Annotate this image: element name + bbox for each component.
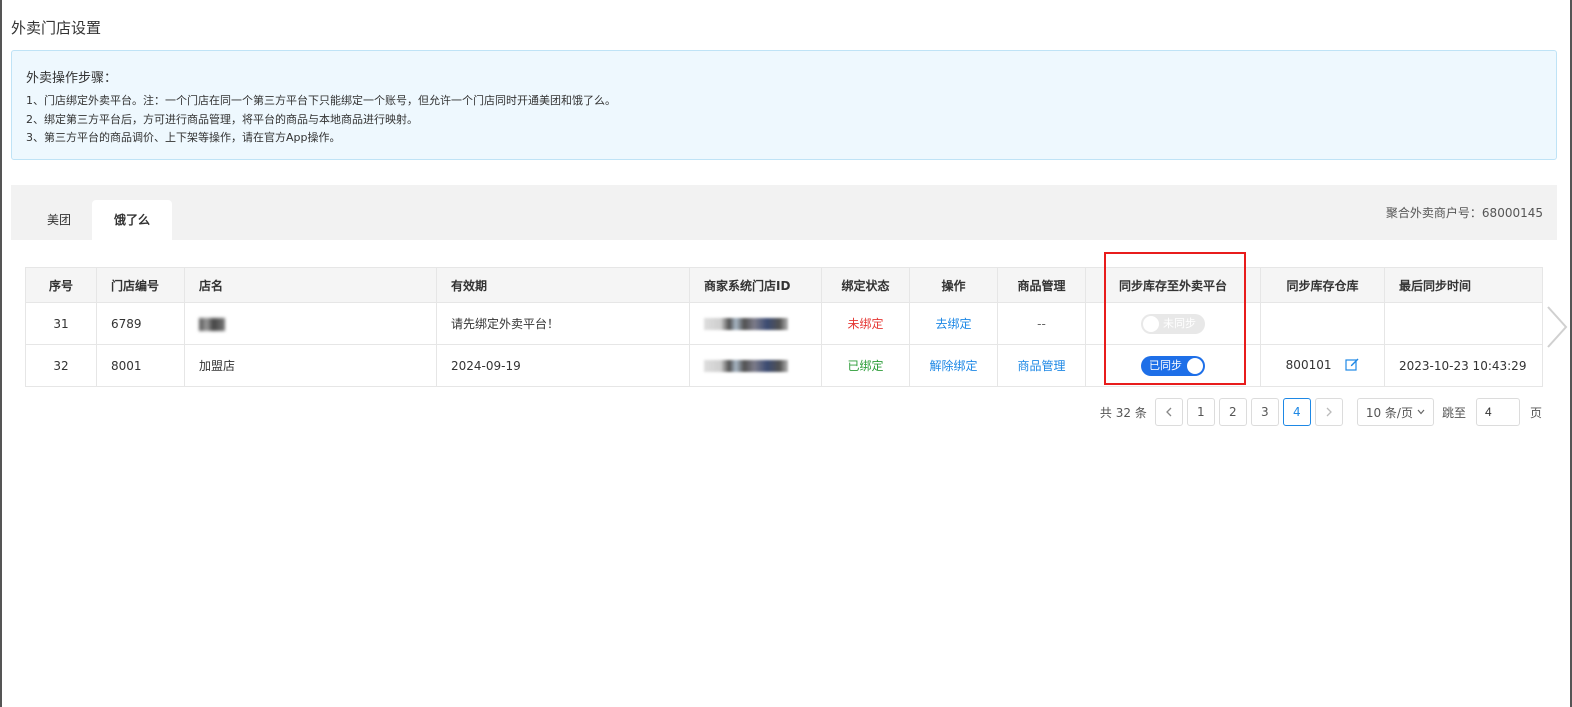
tab-eleme[interactable]: 饿了么 <box>92 200 172 240</box>
redacted-store-name <box>199 317 225 331</box>
col-header-warehouse: 同步库存仓库 <box>1260 267 1385 303</box>
table-header-row: 序号 门店编号 店名 有效期 商家系统门店ID 绑定状态 操作 商品管理 同步库… <box>25 267 1543 303</box>
instruction-line-2: 2、绑定第三方平台后，方可进行商品管理，将平台的商品与本地商品进行映射。 <box>26 112 418 126</box>
merchant-number-label: 聚合外卖商户号： <box>1385 206 1482 220</box>
col-header-index: 序号 <box>25 267 97 303</box>
page-suffix: 页 <box>1529 405 1542 420</box>
toggle-label: 未同步 <box>1163 316 1196 330</box>
instructions-title: 外卖操作步骤： <box>26 71 118 86</box>
cell-system-id <box>689 302 822 345</box>
instructions-panel: 外卖操作步骤： 1、门店绑定外卖平台。注：一个门店在同一个第三方平台下只能绑定一… <box>11 50 1557 160</box>
cell-last-sync <box>1384 302 1543 345</box>
chevron-right-icon <box>1326 407 1332 417</box>
page-button-2[interactable]: 2 <box>1218 398 1247 426</box>
merchant-number: 聚合外卖商户号：68000145 <box>1386 204 1543 221</box>
platform-tabs: 美团 饿了么 聚合外卖商户号：68000145 <box>11 185 1557 240</box>
cell-action: 解除绑定 <box>909 344 998 387</box>
cell-last-sync: 2023-10-23 10:43:29 <box>1384 344 1543 387</box>
col-header-system-id: 商家系统门店ID <box>689 267 822 303</box>
cell-store-name: 加盟店 <box>184 344 437 387</box>
cell-sync-stock: 已同步 <box>1085 344 1261 387</box>
cell-goods: 商品管理 <box>997 344 1086 387</box>
jump-page-input[interactable] <box>1475 398 1520 426</box>
col-header-status: 绑定状态 <box>821 267 910 303</box>
cell-store-name <box>184 302 437 345</box>
cell-warehouse <box>1260 302 1385 345</box>
table-row: 31 6789 请先绑定外卖平台！ 未绑定 去绑定 -- 未同步 <box>25 302 1543 345</box>
store-table: 序号 门店编号 店名 有效期 商家系统门店ID 绑定状态 操作 商品管理 同步库… <box>25 267 1543 387</box>
sync-stock-toggle[interactable]: 已同步 <box>1141 355 1205 376</box>
sync-stock-toggle[interactable]: 未同步 <box>1141 313 1205 334</box>
cell-system-id <box>689 344 822 387</box>
cell-store-code: 6789 <box>96 302 185 345</box>
goods-management-link[interactable]: 商品管理 <box>1017 359 1065 373</box>
cell-status: 未绑定 <box>821 302 910 345</box>
chevron-down-icon <box>1417 407 1425 418</box>
cell-goods: -- <box>997 302 1086 345</box>
col-header-last-sync: 最后同步时间 <box>1384 267 1543 303</box>
chevron-right-icon <box>1547 306 1568 348</box>
pagination-total: 共 32 条 <box>1099 405 1147 420</box>
col-header-action: 操作 <box>909 267 998 303</box>
warehouse-code: 800101 <box>1285 358 1332 372</box>
page-size-select[interactable]: 10 条/页 <box>1356 398 1434 426</box>
tab-meituan[interactable]: 美团 <box>29 200 89 240</box>
jump-label: 跳至 <box>1441 405 1466 420</box>
redacted-system-id <box>704 360 788 372</box>
cell-store-code: 8001 <box>96 344 185 387</box>
page-size-value: 10 条/页 <box>1365 405 1413 420</box>
merchant-number-value: 68000145 <box>1481 206 1543 220</box>
toggle-label: 已同步 <box>1149 358 1182 372</box>
scroll-right-arrow[interactable] <box>1544 305 1570 349</box>
instruction-line-1: 1、门店绑定外卖平台。注：一个门店在同一个第三方平台下只能绑定一个账号，但允许一… <box>26 94 616 107</box>
page-title: 外卖门店设置 <box>11 19 102 37</box>
toggle-knob <box>1187 357 1203 374</box>
edit-icon[interactable] <box>1345 357 1359 374</box>
instruction-line-3: 3、第三方平台的商品调价、上下架等操作，请在官方App操作。 <box>26 131 341 144</box>
page-button-3[interactable]: 3 <box>1250 398 1279 426</box>
pagination: 共 32 条 1 2 3 4 10 条/页 跳至 页 <box>1100 398 1542 426</box>
next-page-button[interactable] <box>1314 398 1343 426</box>
cell-sync-stock: 未同步 <box>1085 302 1261 345</box>
page-button-4[interactable]: 4 <box>1282 398 1311 426</box>
cell-validity: 2024-09-19 <box>436 344 690 387</box>
bind-link[interactable]: 去绑定 <box>935 317 971 331</box>
col-header-store-code: 门店编号 <box>96 267 185 303</box>
col-header-validity: 有效期 <box>436 267 690 303</box>
window-left-border <box>0 0 2 707</box>
page-button-1[interactable]: 1 <box>1186 398 1215 426</box>
cell-index: 32 <box>25 344 97 387</box>
chevron-left-icon <box>1165 407 1172 417</box>
cell-warehouse: 800101 <box>1260 344 1385 387</box>
col-header-store-name: 店名 <box>184 267 437 303</box>
toggle-knob <box>1143 315 1159 332</box>
cell-action: 去绑定 <box>909 302 998 345</box>
col-header-goods: 商品管理 <box>997 267 1086 303</box>
cell-index: 31 <box>25 302 97 345</box>
cell-status: 已绑定 <box>821 344 910 387</box>
col-header-sync-stock: 同步库存至外卖平台 <box>1085 267 1261 303</box>
table-row: 32 8001 加盟店 2024-09-19 已绑定 解除绑定 商品管理 已同步… <box>25 344 1543 387</box>
unbind-link[interactable]: 解除绑定 <box>929 359 977 373</box>
prev-page-button[interactable] <box>1154 398 1183 426</box>
redacted-system-id <box>704 318 788 330</box>
cell-validity: 请先绑定外卖平台！ <box>436 302 690 345</box>
